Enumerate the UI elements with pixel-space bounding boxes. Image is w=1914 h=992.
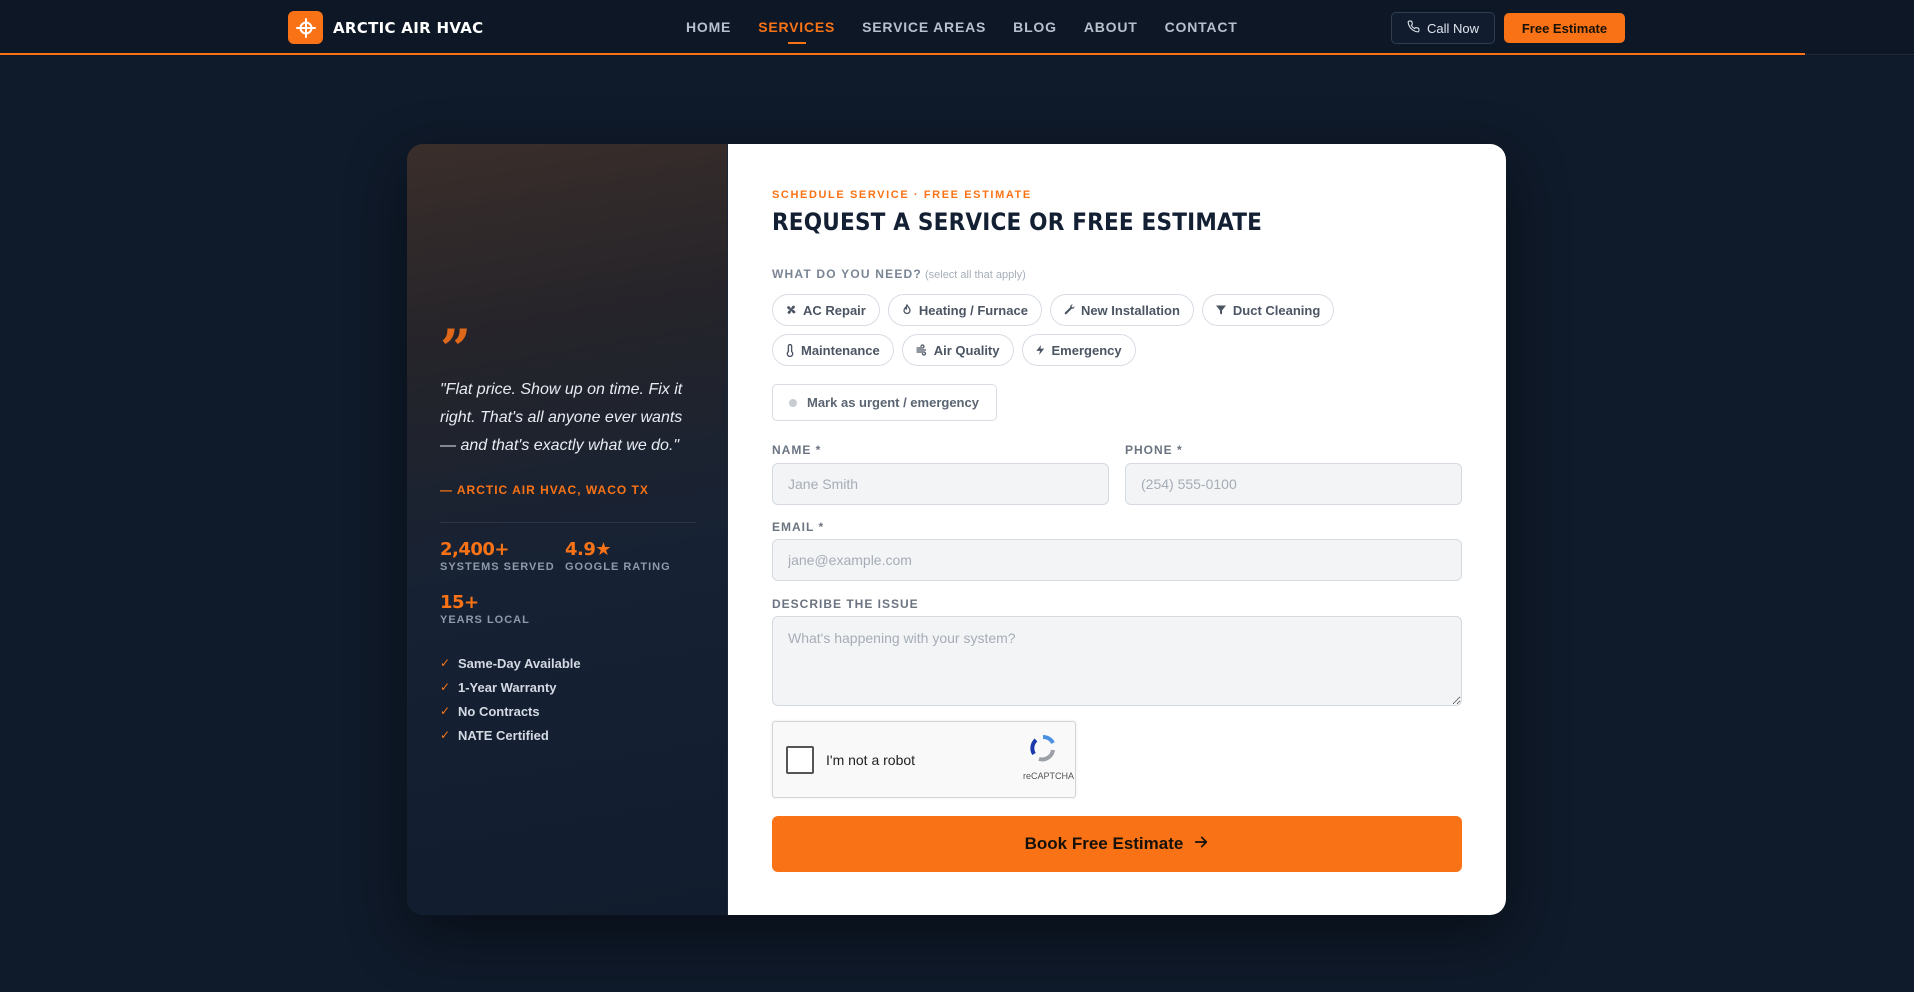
list-item: ✓ Same-Day Available [440, 651, 581, 675]
check-icon: ✓ [440, 728, 451, 742]
estimate-form: SCHEDULE SERVICE · FREE ESTIMATE REQUEST… [728, 144, 1506, 915]
benefit-label: No Contracts [458, 703, 540, 719]
header-divider [1805, 54, 1914, 55]
recaptcha-logo: reCAPTCHA [1023, 732, 1075, 781]
benefit-label: 1-Year Warranty [458, 679, 557, 695]
wind-icon [916, 344, 926, 356]
chip-air-quality[interactable]: Air Quality [901, 334, 1014, 366]
chip-label: Emergency [1051, 342, 1122, 358]
phone-icon [1407, 20, 1420, 36]
chip-label: Maintenance [801, 342, 880, 358]
testimonial-author: — ARCTIC AIR HVAC, WACO TX [440, 483, 649, 497]
call-now-label: Call Now [1426, 20, 1479, 36]
site-header: ARCTIC AIR HVAC HOME SERVICES SERVICE AR… [0, 0, 1914, 56]
urgent-toggle[interactable]: Mark as urgent / emergency [772, 384, 997, 421]
issue-label: DESCRIBE THE ISSUE [772, 597, 919, 611]
wrench-icon [1064, 304, 1075, 315]
fan-icon [787, 305, 796, 314]
nav-services[interactable]: SERVICES [758, 19, 835, 35]
stat-value: 15+ [440, 592, 479, 613]
nav-about[interactable]: ABOUT [1084, 19, 1138, 35]
thermometer-icon [786, 343, 794, 357]
urgent-label: Mark as urgent / emergency [807, 395, 979, 410]
stat-years-local: 15+ YEARS LOCAL [440, 592, 530, 626]
email-field[interactable] [772, 539, 1462, 581]
chip-label: Heating / Furnace [918, 302, 1028, 318]
book-estimate-button[interactable]: Book Free Estimate [772, 816, 1462, 872]
chip-label: AC Repair [803, 302, 866, 318]
chip-duct-cleaning[interactable]: Duct Cleaning [1201, 294, 1335, 326]
stats-divider [440, 522, 696, 523]
nav-blog[interactable]: BLOG [1013, 19, 1057, 35]
service-chips: AC Repair Heating / Furnace New Installa… [772, 294, 1452, 366]
check-icon: ✓ [440, 704, 451, 718]
check-icon: ✓ [440, 656, 451, 670]
list-item: ✓ NATE Certified [440, 723, 581, 747]
stat-value: 4.9★ [565, 539, 612, 560]
chip-label: Air Quality [933, 342, 1000, 358]
filter-icon [1215, 305, 1226, 315]
benefits-list: ✓ Same-Day Available ✓ 1-Year Warranty ✓… [440, 651, 581, 747]
chip-ac-repair[interactable]: AC Repair [772, 294, 880, 326]
service-picker-label: WHAT DO YOU NEED? (select all that apply) [772, 267, 1026, 281]
free-estimate-button[interactable]: Free Estimate [1504, 13, 1625, 43]
recaptcha-checkbox[interactable] [786, 746, 814, 774]
stat-label: SYSTEMS SERVED [440, 561, 555, 573]
testimonial-quote: "Flat price. Show up on time. Fix it rig… [440, 381, 683, 454]
recaptcha-label: I'm not a robot [826, 752, 916, 768]
chip-maintenance[interactable]: Maintenance [772, 334, 894, 366]
stat-value: 2,400+ [440, 539, 510, 560]
chip-heating-furnace[interactable]: Heating / Furnace [887, 294, 1042, 326]
flame-icon [903, 304, 911, 315]
submit-label: Book Free Estimate [1024, 834, 1184, 853]
stat-systems-served: 2,400+ SYSTEMS SERVED [440, 539, 555, 573]
arrow-right-icon [1193, 834, 1209, 855]
nav-home[interactable]: HOME [686, 19, 731, 35]
main-nav: HOME SERVICES SERVICE AREAS BLOG ABOUT C… [686, 19, 1238, 35]
call-now-button[interactable]: Call Now [1391, 12, 1495, 44]
chip-label: New Installation [1080, 302, 1180, 318]
need-hint: (select all that apply) [924, 269, 1026, 281]
recaptcha-brand: reCAPTCHA [1023, 771, 1075, 781]
phone-field[interactable] [1125, 463, 1462, 505]
urgent-indicator [789, 398, 797, 407]
form-eyebrow: SCHEDULE SERVICE · FREE ESTIMATE [772, 189, 1032, 201]
name-label: NAME * [772, 443, 822, 457]
recaptcha-widget: I'm not a robot reCAPTCHA [772, 721, 1076, 798]
phone-label: PHONE * [1125, 443, 1183, 457]
chip-new-installation[interactable]: New Installation [1049, 294, 1194, 326]
list-item: ✓ No Contracts [440, 699, 581, 723]
name-field[interactable] [772, 463, 1109, 505]
benefit-label: NATE Certified [458, 727, 549, 743]
logo[interactable]: ARCTIC AIR HVAC [288, 11, 483, 44]
benefit-label: Same-Day Available [458, 655, 581, 671]
nav-contact[interactable]: CONTACT [1165, 19, 1238, 35]
bolt-icon [1035, 344, 1044, 356]
form-title: REQUEST A SERVICE OR FREE ESTIMATE [772, 208, 1263, 236]
header-accent-line [0, 53, 1805, 55]
quote-icon: ” [440, 317, 472, 381]
brand-name: ARCTIC AIR HVAC [333, 18, 484, 37]
snowflake-icon [288, 11, 323, 44]
estimate-card: ” "Flat price. Show up on time. Fix it r… [407, 144, 1506, 915]
stat-google-rating: 4.9★ GOOGLE RATING [565, 539, 671, 573]
list-item: ✓ 1-Year Warranty [440, 675, 581, 699]
stat-label: GOOGLE RATING [565, 561, 671, 573]
recaptcha-icon [1030, 735, 1055, 762]
chip-emergency[interactable]: Emergency [1021, 334, 1136, 366]
issue-textarea[interactable] [772, 616, 1462, 706]
need-label-text: WHAT DO YOU NEED? [772, 267, 922, 281]
email-label: EMAIL * [772, 520, 825, 534]
nav-service-areas[interactable]: SERVICE AREAS [862, 19, 986, 35]
chip-label: Duct Cleaning [1232, 302, 1321, 318]
stat-label: YEARS LOCAL [440, 614, 530, 626]
check-icon: ✓ [440, 680, 451, 694]
testimonial-panel: ” "Flat price. Show up on time. Fix it r… [407, 144, 728, 915]
